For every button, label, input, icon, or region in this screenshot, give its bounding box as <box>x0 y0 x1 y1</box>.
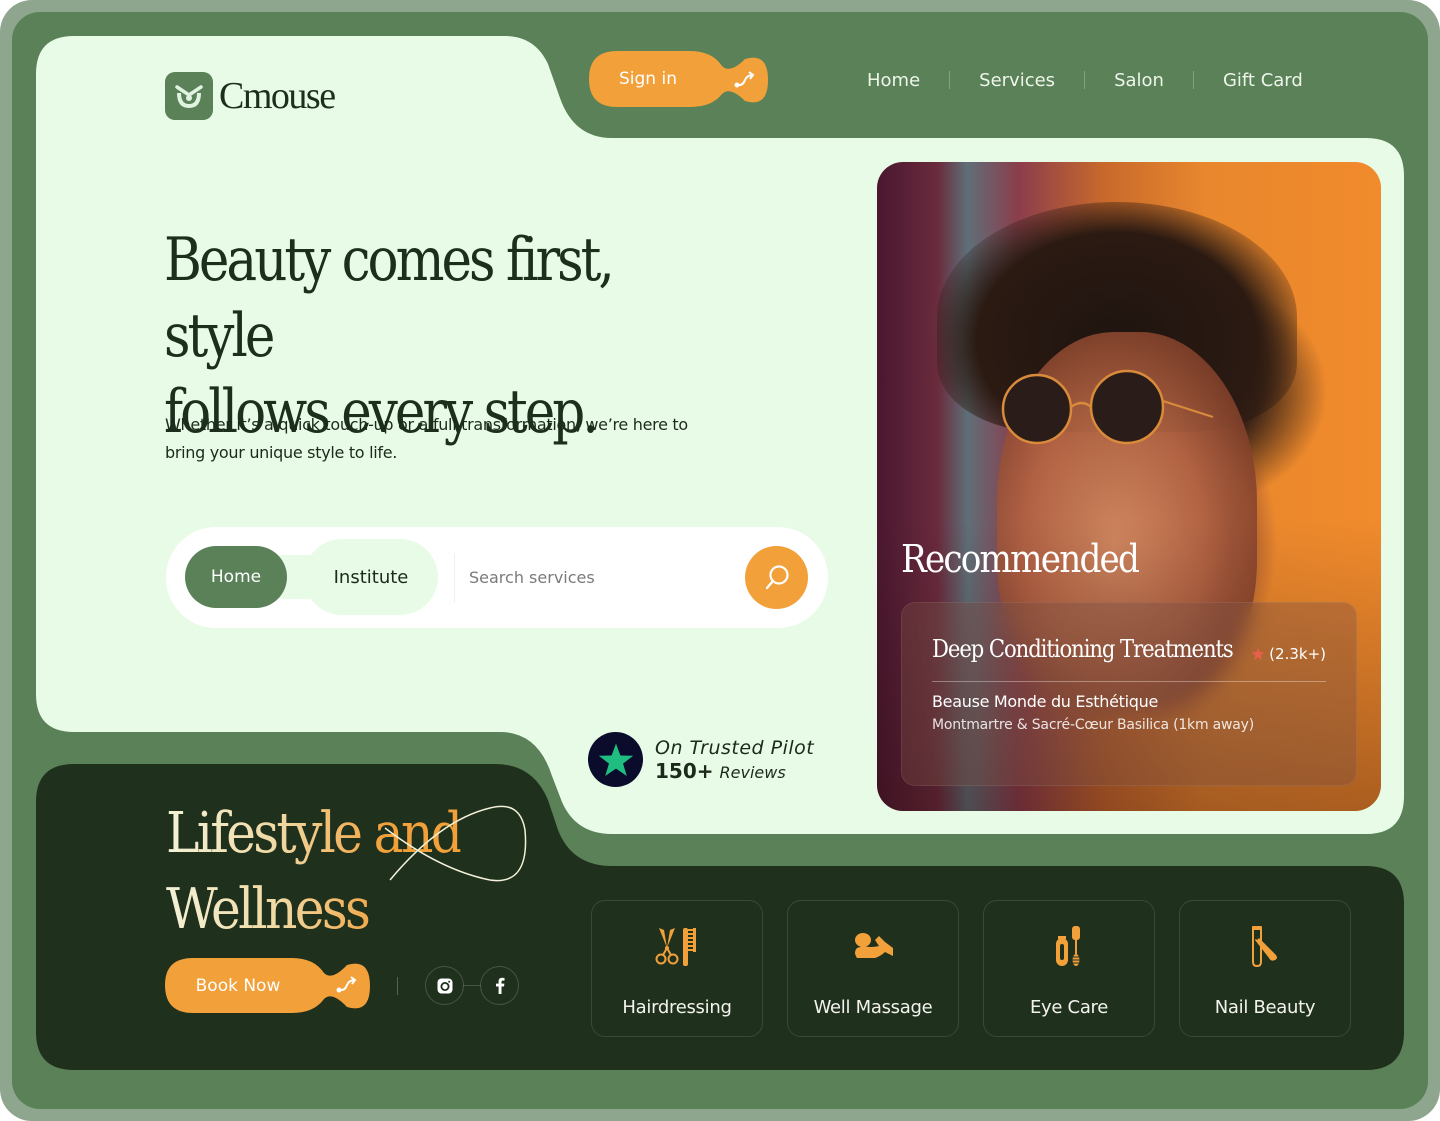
reviews-label: Reviews <box>719 762 786 782</box>
tab-home-label: Home <box>210 567 262 587</box>
trustpilot-reviews: 150+ Reviews <box>655 759 814 783</box>
star-icon <box>1251 647 1265 660</box>
social-divider <box>397 977 398 995</box>
brand-name: Cmouse <box>219 75 336 117</box>
book-arrow-icon[interactable] <box>326 964 368 1006</box>
service-label: Eye Care <box>1029 997 1109 1018</box>
brand-logo[interactable]: Cmouse <box>165 72 336 120</box>
nav-services[interactable]: Services <box>950 70 1084 91</box>
tab-home[interactable]: Home <box>185 546 287 608</box>
trustpilot-label: On Trusted Pilot <box>655 736 815 759</box>
service-label: Hairdressing <box>622 997 732 1018</box>
trustpilot-star-icon <box>588 732 643 787</box>
page: Cmouse Sign in Home Services Salon Gift … <box>0 0 1440 1121</box>
book-now-button[interactable]: Book Now <box>165 958 311 1013</box>
tab-institute[interactable]: Institute <box>304 539 438 615</box>
signin-arrow-icon[interactable] <box>724 59 766 101</box>
search-icon <box>765 564 789 589</box>
service-label: Well Massage <box>813 997 933 1018</box>
recommended-heading: Recommended <box>901 537 1140 581</box>
nav-gift-card[interactable]: Gift Card <box>1194 70 1332 91</box>
treatment-title: Deep Conditioning Treatments <box>932 635 1234 663</box>
review-count: 150+ <box>655 758 714 783</box>
massage-icon <box>849 923 897 971</box>
salon-name: Beause Monde du Esthétique <box>932 692 1158 711</box>
instagram-icon <box>437 978 452 993</box>
recommended-photo-card[interactable]: Recommended Deep Conditioning Treatments… <box>877 162 1381 811</box>
search-bar: Institute Home <box>166 527 828 628</box>
search-divider <box>454 553 455 603</box>
logo-icon <box>165 72 213 120</box>
facebook-icon <box>495 977 504 994</box>
nav-salon[interactable]: Salon <box>1085 70 1193 91</box>
instagram-button[interactable] <box>425 966 464 1005</box>
rating: (2.3k+) <box>1251 645 1326 663</box>
lifestyle-line-2: Wellness <box>166 877 369 942</box>
service-card-massage[interactable]: Well Massage <box>787 900 959 1037</box>
recommended-info-card[interactable]: Deep Conditioning Treatments (2.3k+) Bea… <box>901 602 1357 786</box>
trustpilot-text: On Trusted Pilot 150+ Reviews <box>655 737 814 783</box>
hero-subtext: Whether it’s a quick touch-up or a full … <box>165 415 688 462</box>
headline-line-1: Beauty comes first, style <box>164 225 615 371</box>
mascara-icon <box>1045 923 1093 971</box>
trustpilot-badge[interactable]: On Trusted Pilot 150+ Reviews <box>588 732 814 787</box>
swirl-decoration <box>384 805 527 882</box>
nail-clipper-icon <box>1241 923 1289 971</box>
service-label: Nail Beauty <box>1214 997 1316 1018</box>
nav-home[interactable]: Home <box>838 70 949 91</box>
service-card-eye-care[interactable]: Eye Care <box>983 900 1155 1037</box>
main-nav: Home Services Salon Gift Card <box>838 67 1332 93</box>
card-divider <box>932 681 1326 682</box>
tab-institute-label: Institute <box>333 566 409 588</box>
service-card-nail-beauty[interactable]: Nail Beauty <box>1179 900 1351 1037</box>
salon-location: Montmartre & Sacré-Cœur Basilica (1km aw… <box>932 717 1254 733</box>
scissors-comb-icon <box>653 923 701 971</box>
rating-count: (2.3k+) <box>1269 645 1326 663</box>
search-button[interactable] <box>745 546 808 609</box>
social-connector <box>463 985 481 986</box>
signin-label: Sign in <box>619 69 677 89</box>
facebook-button[interactable] <box>480 966 519 1005</box>
services-grid: Hairdressing Well Massage Eye Care Nail … <box>591 900 1351 1037</box>
search-input[interactable] <box>469 557 729 597</box>
service-card-hairdressing[interactable]: Hairdressing <box>591 900 763 1037</box>
